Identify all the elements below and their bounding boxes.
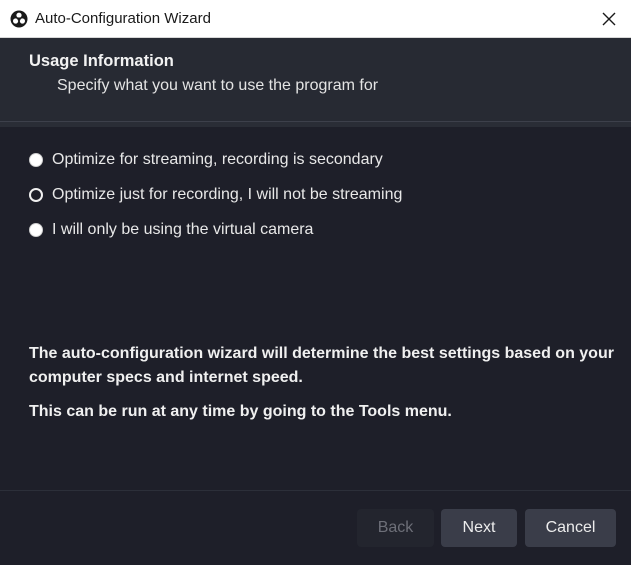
- option-streaming[interactable]: Optimize for streaming, recording is sec…: [29, 142, 402, 177]
- option-virtual-camera-label[interactable]: I will only be using the virtual camera: [52, 221, 313, 239]
- cancel-button[interactable]: Cancel: [525, 509, 616, 547]
- close-icon[interactable]: [599, 9, 619, 29]
- wizard-header: Usage Information Specify what you want …: [0, 38, 631, 122]
- page-subtitle: Specify what you want to use the program…: [57, 77, 379, 94]
- option-recording[interactable]: Optimize just for recording, I will not …: [29, 177, 402, 212]
- window-title: Auto-Configuration Wizard: [35, 10, 211, 27]
- radio-streaming[interactable]: [29, 152, 43, 167]
- option-streaming-label[interactable]: Optimize for streaming, recording is sec…: [52, 151, 383, 169]
- info-line-1: The auto-configuration wizard will deter…: [29, 345, 614, 386]
- option-recording-label[interactable]: Optimize just for recording, I will not …: [52, 186, 402, 204]
- info-text: The auto-configuration wizard will deter…: [29, 342, 619, 424]
- obs-logo-icon: [10, 10, 28, 28]
- option-virtual-camera[interactable]: I will only be using the virtual camera: [29, 212, 402, 247]
- title-bar: Auto-Configuration Wizard: [0, 0, 631, 38]
- page-title: Usage Information: [29, 52, 174, 70]
- header-divider: [0, 122, 631, 127]
- radio-virtual-camera[interactable]: [29, 222, 43, 237]
- usage-options: Optimize for streaming, recording is sec…: [29, 142, 402, 247]
- info-line-2: This can be run at any time by going to …: [29, 403, 452, 420]
- radio-recording[interactable]: [29, 187, 43, 202]
- footer-divider: [0, 490, 631, 491]
- back-button[interactable]: Back: [357, 509, 434, 547]
- next-button[interactable]: Next: [441, 509, 517, 547]
